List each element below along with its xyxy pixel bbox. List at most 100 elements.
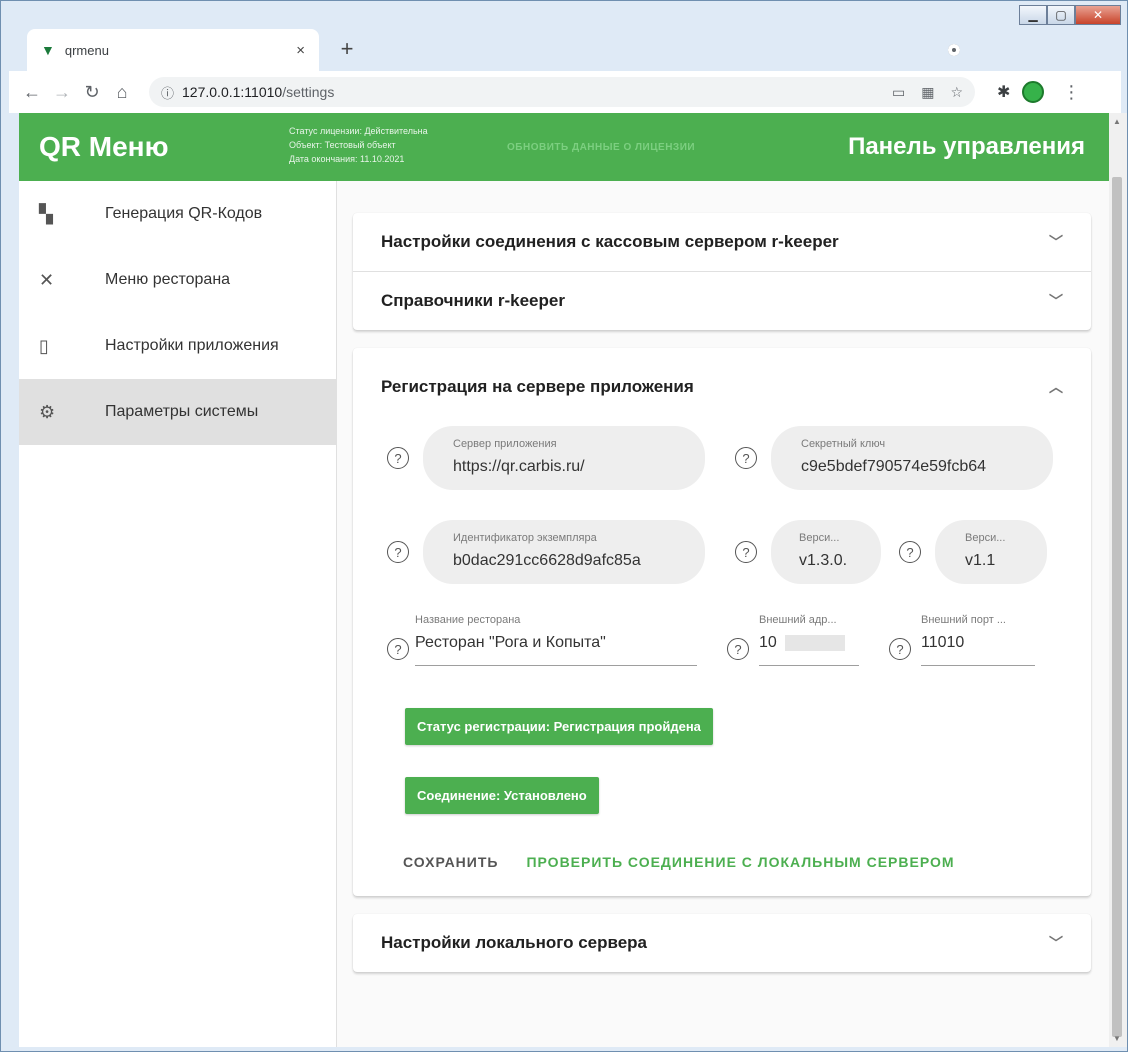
qr-code-icon: ▚	[39, 203, 53, 224]
help-icon[interactable]: ?	[899, 541, 921, 563]
field-label: Секретный ключ	[801, 438, 886, 450]
registration-status-badge: Статус регистрации: Регистрация пройдена	[405, 708, 713, 745]
external-address-field[interactable]: Внешний адр... 10	[759, 608, 859, 666]
tab-bar: ▼ qrmenu × +	[9, 1, 1119, 73]
panel-registration-title: Регистрация на сервере приложения	[381, 377, 694, 396]
field-label: Верси...	[965, 532, 1006, 544]
app-title: QR Меню	[39, 131, 169, 162]
chevron-down-icon: ﹀	[1049, 234, 1063, 250]
address-bar: ← → ↻ ⌂ ⓘ 127.0.0.1:11010/settings ▭ ▦ ☆…	[9, 71, 1121, 113]
help-icon[interactable]: ?	[387, 638, 409, 660]
license-info: Статус лицензии: Действительна Объект: Т…	[289, 124, 428, 166]
sidebar-item-label: Генерация QR-Кодов	[105, 205, 263, 222]
scroll-up-icon[interactable]: ▲	[1113, 117, 1121, 126]
gear-icon: ⚙	[39, 401, 56, 422]
app: QR Меню Статус лицензии: Действительна О…	[19, 113, 1109, 1047]
scroll-thumb[interactable]	[1112, 177, 1122, 1037]
chevron-up-icon: ︿	[1049, 379, 1063, 395]
external-address-value: 10	[759, 634, 777, 651]
panel-directories-header[interactable]: Справочники r-keeper ﹀	[353, 272, 1091, 330]
help-icon[interactable]: ?	[889, 638, 911, 660]
field-label: Верси...	[799, 532, 840, 544]
refresh-license-button[interactable]: обновить данные о лицензии	[507, 142, 695, 153]
url-path: /settings	[282, 84, 335, 100]
tab-title: qrmenu	[64, 42, 109, 58]
sidebar-item-label: Параметры системы	[105, 403, 259, 420]
version-field-2[interactable]: Верси... v1.1	[935, 520, 1047, 584]
external-port-field[interactable]: Внешний порт ... 11010	[921, 608, 1035, 666]
scroll-down-icon[interactable]: ▼	[1113, 1034, 1121, 1043]
field-value: c9e5bdef790574e59fcb64	[801, 458, 987, 475]
browser-window: ▁ ▢ ✕ ▼ qrmenu × + ← → ↻ ⌂ ⓘ 127.0.0.1:1…	[0, 0, 1128, 1052]
fork-knife-icon: ✕	[39, 269, 55, 290]
license-expiry: Дата окончания: 11.10.2021	[289, 154, 405, 164]
restaurant-name-field[interactable]: Название ресторана Ресторан "Рога и Копы…	[415, 608, 697, 666]
license-status: Статус лицензии: Действительна	[289, 126, 428, 136]
field-row: ? Идентификатор экземпляра b0dac291cc662…	[387, 520, 1059, 584]
secret-key-field[interactable]: Секретный ключ c9e5bdef790574e59fcb64	[771, 426, 1053, 490]
chevron-down-icon: ﹀	[1049, 935, 1063, 951]
field-row: ? Название ресторана Ресторан "Рога и Ко…	[387, 608, 1059, 666]
cast-icon[interactable]: ▭	[892, 84, 905, 101]
field-label: Название ресторана	[415, 614, 521, 626]
forward-icon[interactable]: →	[49, 82, 75, 103]
page-title: Панель управления	[848, 133, 1085, 160]
phone-settings-icon: ▯	[39, 335, 49, 356]
sidebar-item-label: Меню ресторана	[105, 271, 231, 288]
field-value: 10	[759, 634, 859, 652]
sidebar-item-app-settings[interactable]: ▯ Настройки приложения	[19, 313, 336, 379]
sidebar-item-restaurant-menu[interactable]: ✕ Меню ресторана	[19, 247, 336, 313]
extensions-icon[interactable]: ✱	[997, 82, 1010, 102]
version-field[interactable]: Верси... v1.3.0.	[771, 520, 881, 584]
reload-icon[interactable]: ↻	[79, 82, 105, 103]
settings-content: Настройки соединения с кассовым сервером…	[353, 213, 1091, 972]
back-icon[interactable]: ←	[19, 82, 45, 103]
sidebar: ▚ Генерация QR-Кодов ✕ Меню ресторана ▯ …	[19, 181, 337, 1047]
field-value: 11010	[921, 634, 965, 651]
connection-status-badge: Соединение: Установлено	[405, 777, 599, 814]
help-icon[interactable]: ?	[727, 638, 749, 660]
tab-close-icon[interactable]: ×	[296, 42, 305, 59]
sidebar-item-system-params[interactable]: ⚙ Параметры системы	[19, 379, 336, 445]
field-label: Внешний адр...	[759, 614, 837, 626]
save-button[interactable]: Сохранить	[403, 854, 498, 870]
panel-local-server-header[interactable]: Настройки локального сервера ﹀	[353, 914, 1091, 972]
bookmark-star-icon[interactable]: ☆	[950, 84, 963, 101]
field-value: https://qr.carbis.ru/	[453, 458, 585, 475]
field-row: ? Сервер приложения https://qr.carbis.ru…	[387, 426, 1059, 490]
info-icon[interactable]: ⓘ	[161, 83, 174, 102]
panels-group-top: Настройки соединения с кассовым сервером…	[353, 213, 1091, 330]
sidebar-item-label: Настройки приложения	[105, 337, 279, 354]
instance-id-field[interactable]: Идентификатор экземпляра b0dac291cc6628d…	[423, 520, 705, 584]
profile-avatar[interactable]	[1022, 81, 1045, 103]
panel-connection-header[interactable]: Настройки соединения с кассовым сервером…	[353, 213, 1091, 271]
help-icon[interactable]: ?	[735, 447, 757, 469]
panel-registration-header[interactable]: Регистрация на сервере приложения ︿	[353, 348, 1091, 426]
server-field[interactable]: Сервер приложения https://qr.carbis.ru/	[423, 426, 705, 490]
panel-connection-title: Настройки соединения с кассовым сервером…	[381, 232, 839, 251]
check-connection-button[interactable]: Проверить соединение с локальным серверо…	[526, 854, 954, 870]
help-icon[interactable]: ?	[387, 447, 409, 469]
qr-share-icon[interactable]: ▦	[921, 84, 934, 101]
help-icon[interactable]: ?	[735, 541, 757, 563]
field-label: Идентификатор экземпляра	[453, 532, 597, 544]
browser-tab[interactable]: ▼ qrmenu ×	[27, 29, 319, 71]
field-label: Сервер приложения	[453, 438, 557, 450]
vue-logo-icon: ▼	[41, 42, 55, 58]
url-host: 127.0.0.1:11010	[182, 84, 283, 100]
help-icon[interactable]: ?	[387, 541, 409, 563]
panel-directories-title: Справочники r-keeper	[381, 291, 565, 310]
field-value: v1.3.0.	[799, 552, 848, 569]
home-icon[interactable]: ⌂	[109, 82, 135, 103]
incognito-profile-icon[interactable]	[943, 39, 965, 61]
panel-local-server: Настройки локального сервера ﹀	[353, 914, 1091, 972]
url-input[interactable]: ⓘ 127.0.0.1:11010/settings ▭ ▦ ☆	[149, 77, 975, 107]
field-value: b0dac291cc6628d9afc85a	[453, 552, 641, 569]
sidebar-item-qr-codes[interactable]: ▚ Генерация QR-Кодов	[19, 181, 336, 247]
new-tab-button[interactable]: +	[333, 35, 361, 63]
redacted-block	[785, 634, 846, 651]
panel-registration: Регистрация на сервере приложения ︿ ? Се…	[353, 348, 1091, 896]
scrollbar[interactable]: ▲ ▼	[1109, 113, 1127, 1047]
browser-menu-icon[interactable]: ⋮	[1062, 82, 1080, 103]
field-value: Ресторан "Рога и Копыта"	[415, 634, 606, 651]
